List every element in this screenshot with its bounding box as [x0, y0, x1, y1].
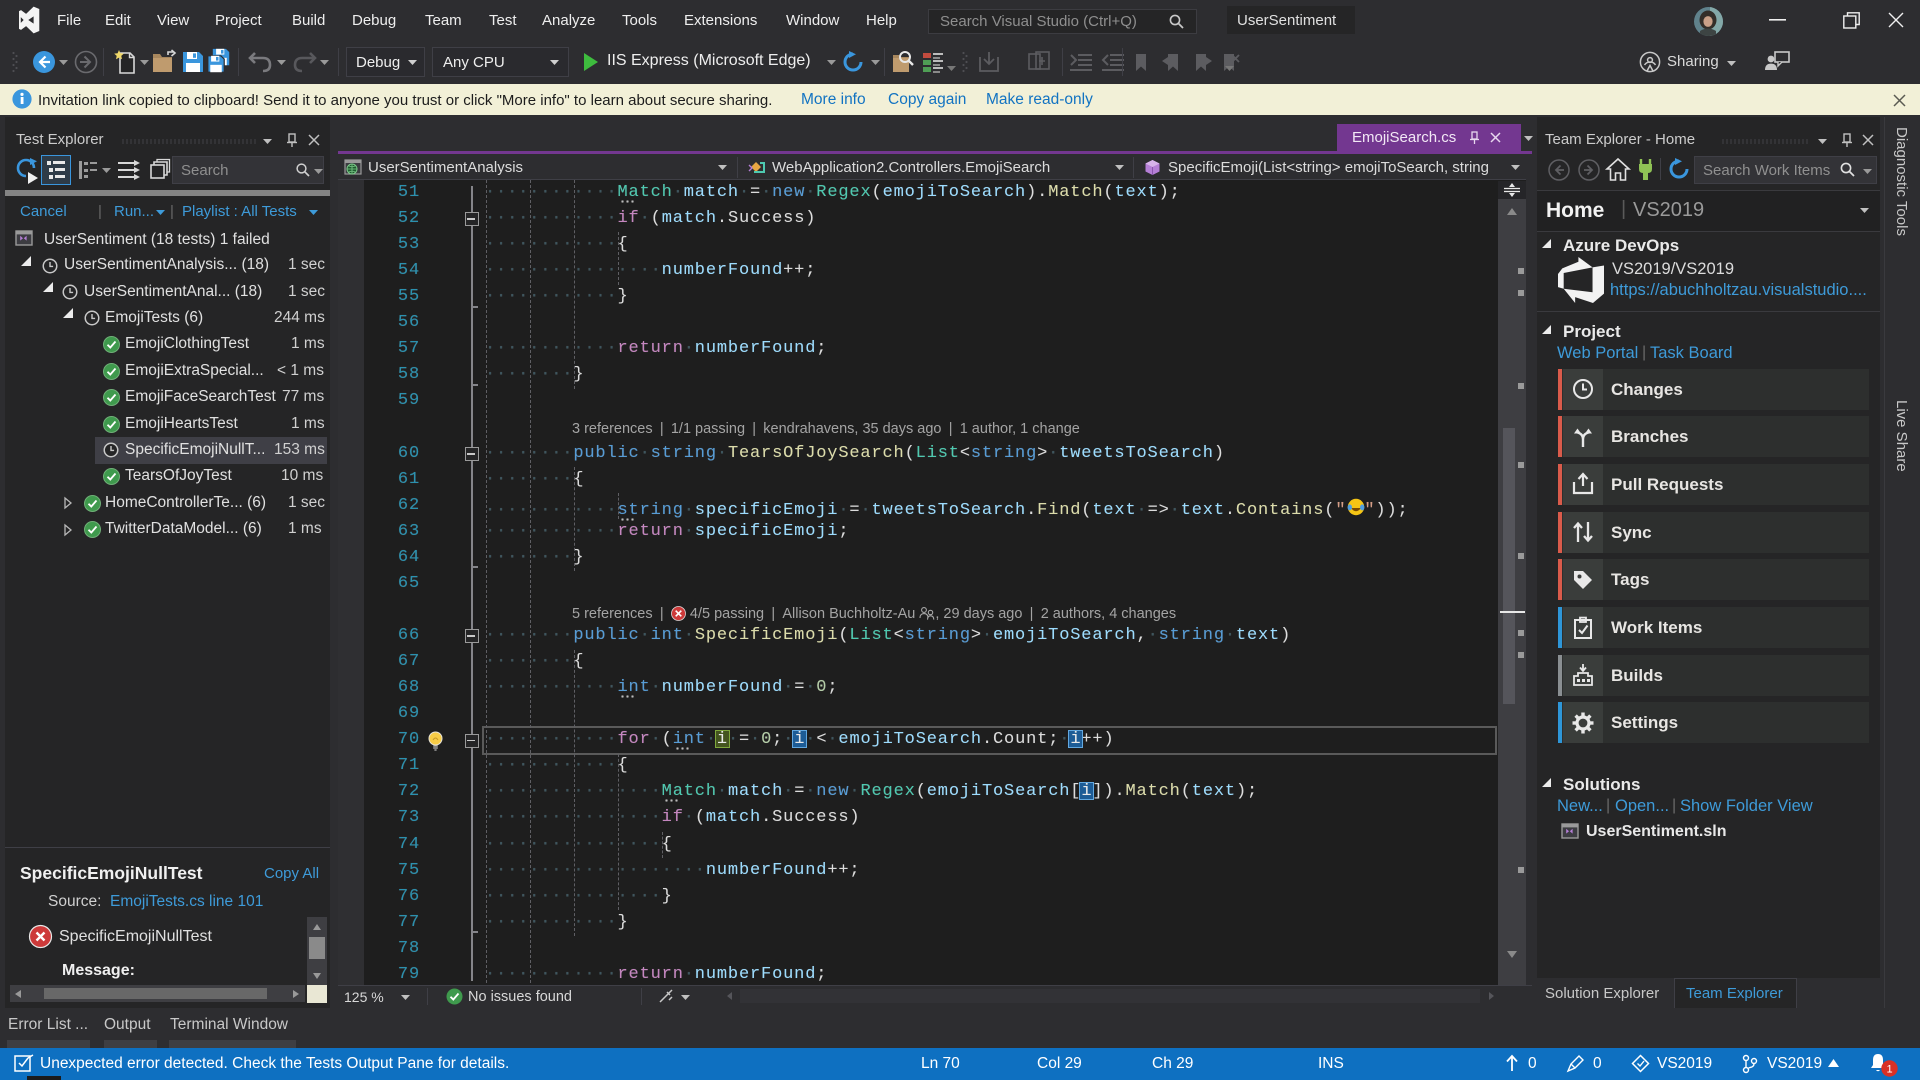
svg-text:1: 1 [1886, 1064, 1892, 1076]
